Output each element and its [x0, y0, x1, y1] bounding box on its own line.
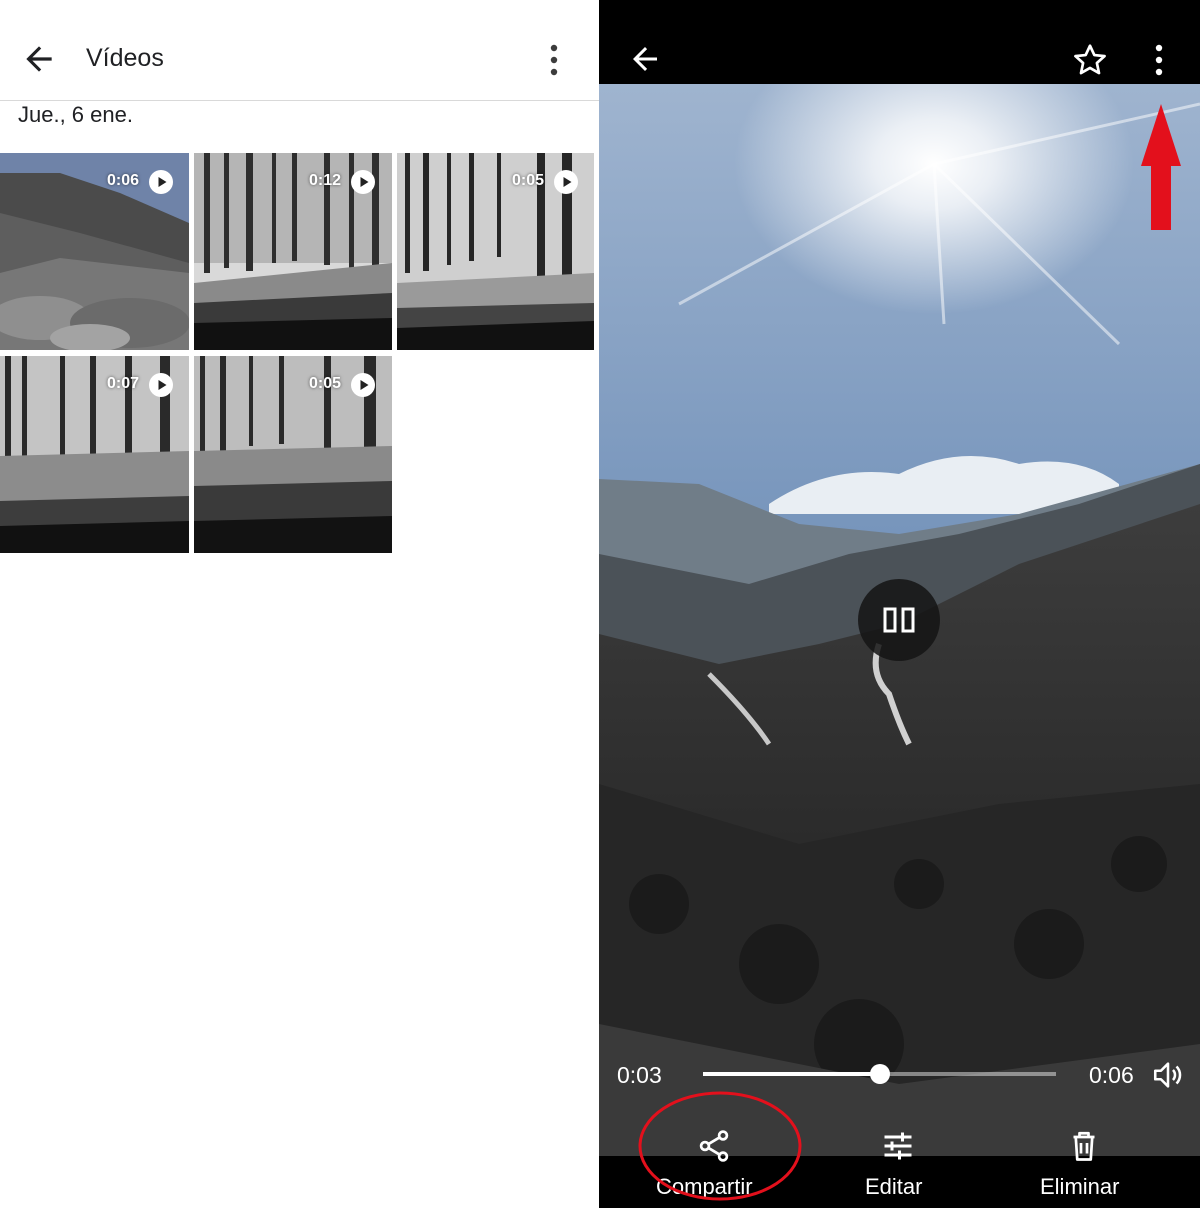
- seek-handle[interactable]: [869, 1064, 890, 1084]
- annotation-circle: [638, 1091, 802, 1201]
- more-vert-icon[interactable]: [1147, 42, 1171, 78]
- player-top-bar: [599, 0, 1200, 84]
- album-title: Vídeos: [86, 44, 164, 72]
- play-icon: [351, 373, 375, 397]
- video-duration: 0:06: [107, 172, 140, 189]
- annotation-arrow: [1141, 104, 1181, 230]
- total-time: 0:06: [1089, 1062, 1134, 1088]
- delete-label: Eliminar: [1040, 1174, 1120, 1199]
- current-time: 0:03: [617, 1062, 662, 1088]
- date-section-header: Jue., 6 ene.: [18, 102, 133, 127]
- back-arrow-icon[interactable]: [20, 40, 58, 78]
- play-icon: [149, 373, 173, 397]
- video-player-panel: 0:03 0:06 Compartir Editar Eliminar: [599, 0, 1200, 1208]
- back-arrow-icon[interactable]: [627, 41, 663, 77]
- video-duration: 0:05: [309, 375, 342, 392]
- seek-progress: [703, 1072, 880, 1076]
- video-thumbnail[interactable]: 0:07: [0, 356, 189, 553]
- video-thumbnail[interactable]: 0:05: [397, 153, 594, 350]
- play-icon: [351, 170, 375, 194]
- trash-icon: [1073, 1131, 1095, 1161]
- star-outline-icon[interactable]: [1072, 42, 1108, 78]
- more-vert-icon[interactable]: [540, 42, 568, 78]
- volume-icon[interactable]: [1151, 1058, 1185, 1092]
- edit-label: Editar: [865, 1174, 923, 1199]
- play-icon: [149, 170, 173, 194]
- video-duration: 0:05: [512, 172, 545, 189]
- video-thumbnail[interactable]: 0:06: [0, 153, 189, 350]
- video-thumbnail[interactable]: 0:12: [194, 153, 392, 350]
- delete-button[interactable]: Eliminar: [1029, 1122, 1139, 1208]
- pause-button[interactable]: [858, 579, 940, 661]
- play-icon: [554, 170, 578, 194]
- seek-bar[interactable]: [703, 1064, 1056, 1084]
- pause-icon: [883, 607, 915, 633]
- album-header: Vídeos: [0, 0, 599, 101]
- video-duration: 0:12: [309, 172, 342, 189]
- video-thumbnail[interactable]: 0:05: [194, 356, 392, 553]
- edit-button[interactable]: Editar: [849, 1122, 949, 1208]
- video-duration: 0:07: [107, 375, 140, 392]
- video-album-panel: Vídeos Jue., 6 ene. 0:06 0:12 0:05 0:07 …: [0, 0, 599, 1208]
- edit-sliders-icon: [884, 1132, 912, 1160]
